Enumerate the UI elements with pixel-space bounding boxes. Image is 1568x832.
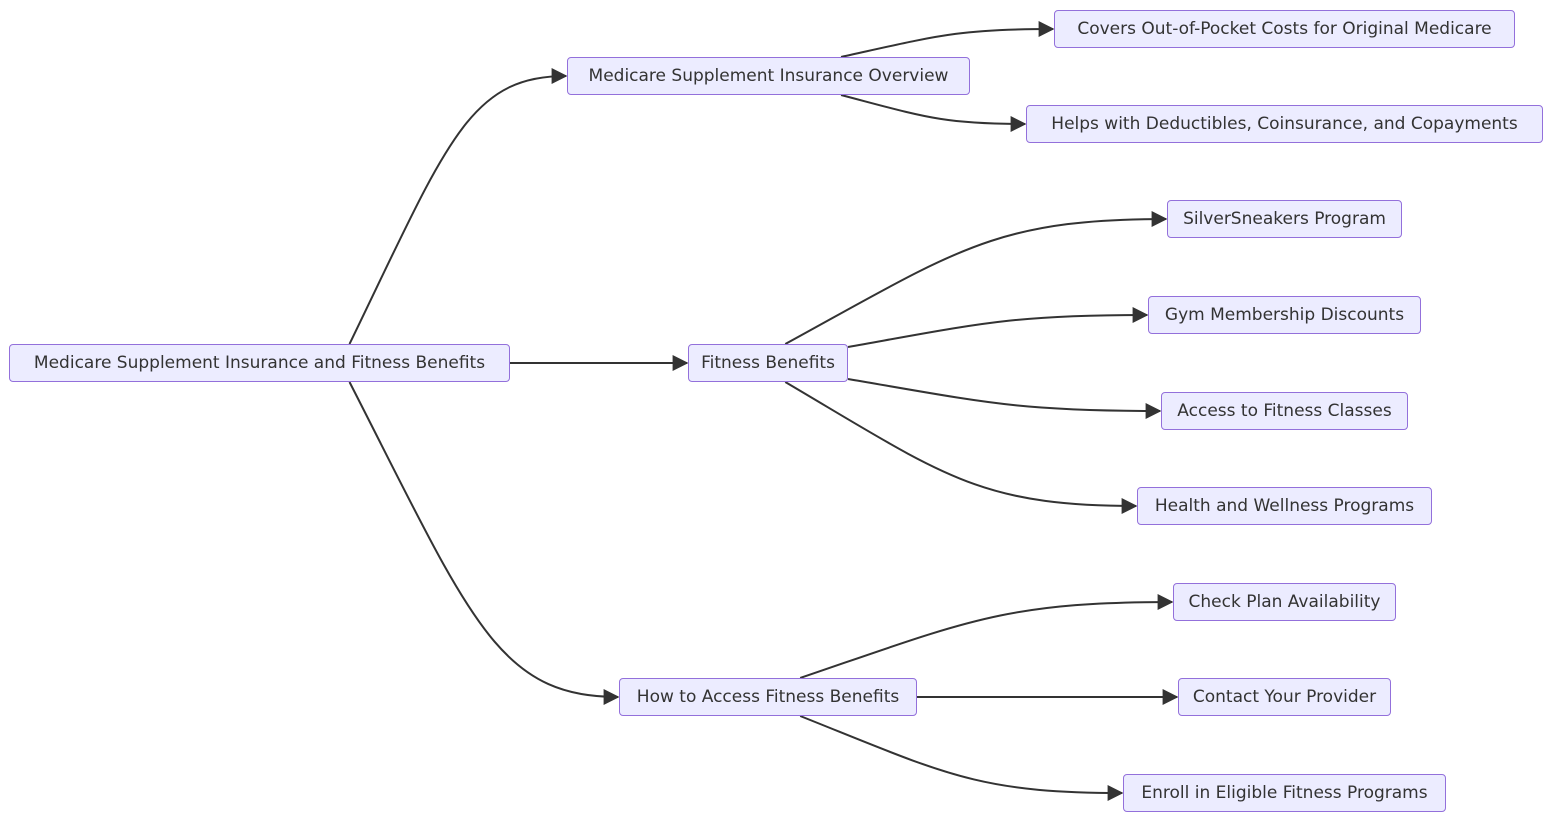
node-root[interactable]: Medicare Supplement Insurance and Fitnes…: [9, 344, 510, 382]
node-helps-deductibles[interactable]: Helps with Deductibles, Coinsurance, and…: [1026, 105, 1543, 143]
node-label: Covers Out-of-Pocket Costs for Original …: [1077, 19, 1492, 39]
node-gym-discounts[interactable]: Gym Membership Discounts: [1148, 296, 1421, 334]
node-fitness-benefits[interactable]: Fitness Benefits: [688, 344, 848, 382]
node-label: Gym Membership Discounts: [1164, 305, 1405, 325]
node-silversneakers[interactable]: SilverSneakers Program: [1167, 200, 1402, 238]
node-check-availability[interactable]: Check Plan Availability: [1173, 583, 1396, 621]
edge-root-to-howto: [348, 381, 620, 705]
node-label: Medicare Supplement Insurance and Fitnes…: [33, 353, 486, 373]
flowchart-canvas: Medicare Supplement Insurance and Fitnes…: [0, 0, 1568, 832]
node-contact-provider[interactable]: Contact Your Provider: [1178, 678, 1391, 716]
edge-overview-to-helps: [840, 94, 1027, 132]
node-label: Enroll in Eligible Fitness Programs: [1141, 783, 1428, 803]
node-label: Health and Wellness Programs: [1154, 496, 1415, 516]
node-label: Check Plan Availability: [1188, 592, 1381, 612]
node-label: Contact Your Provider: [1192, 687, 1377, 707]
node-label: How to Access Fitness Benefits: [636, 687, 900, 707]
edge-root-to-overview: [348, 68, 568, 345]
node-label: Access to Fitness Classes: [1177, 401, 1392, 421]
node-covers-costs[interactable]: Covers Out-of-Pocket Costs for Original …: [1054, 10, 1515, 48]
node-enroll-programs[interactable]: Enroll in Eligible Fitness Programs: [1123, 774, 1446, 812]
node-label: Fitness Benefits: [701, 353, 835, 373]
edge-howto-to-enroll: [799, 715, 1124, 801]
node-overview[interactable]: Medicare Supplement Insurance Overview: [567, 57, 970, 95]
edge-overview-to-covers: [840, 21, 1055, 58]
node-label: SilverSneakers Program: [1183, 209, 1386, 229]
node-fitness-classes[interactable]: Access to Fitness Classes: [1161, 392, 1408, 430]
node-label: Helps with Deductibles, Coinsurance, and…: [1051, 114, 1518, 134]
edge-fitness-to-gym: [847, 307, 1149, 348]
node-how-to-access[interactable]: How to Access Fitness Benefits: [619, 678, 917, 716]
edge-howto-to-check: [799, 594, 1174, 679]
edge-fitness-to-wellness: [784, 381, 1138, 514]
edge-fitness-to-classes: [847, 378, 1162, 419]
node-label: Medicare Supplement Insurance Overview: [588, 66, 949, 86]
node-wellness-programs[interactable]: Health and Wellness Programs: [1137, 487, 1432, 525]
